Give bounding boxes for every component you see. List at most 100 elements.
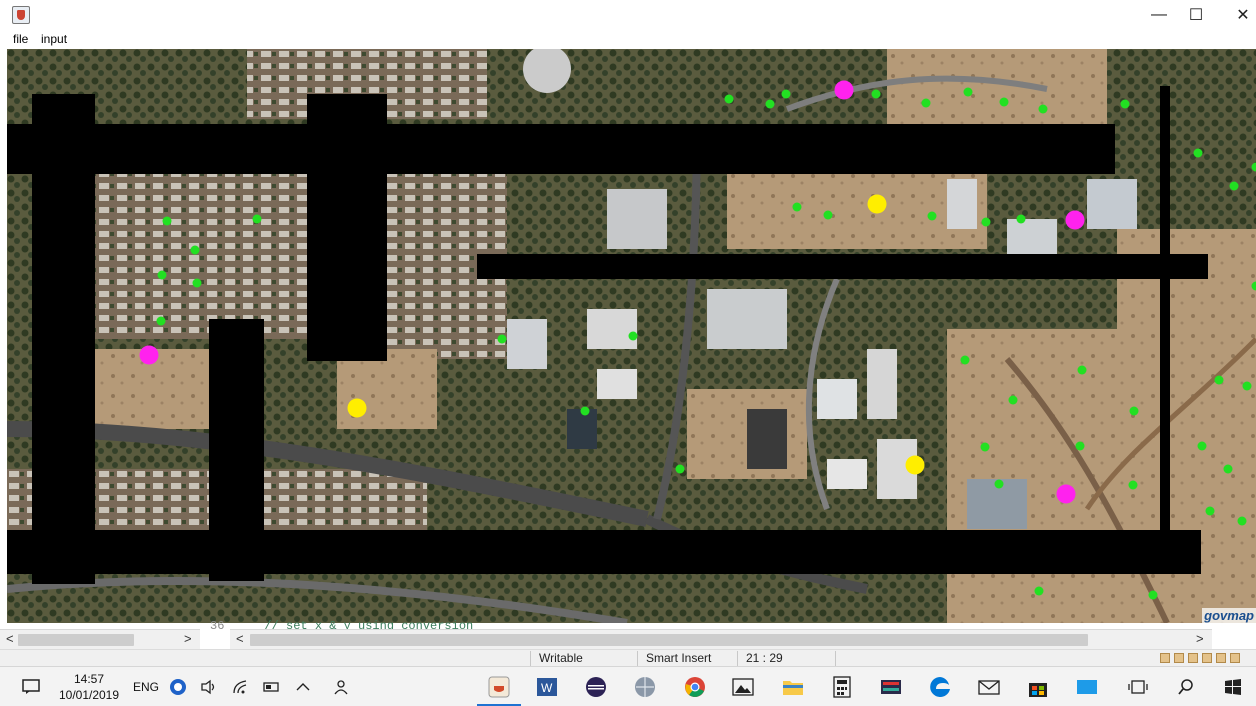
obstacle-wall [477, 254, 1208, 279]
map-canvas[interactable]: govmap [7, 49, 1256, 623]
green-node [1242, 381, 1252, 391]
green-node [1237, 516, 1247, 526]
scroll-right-arrow[interactable]: > [184, 631, 192, 646]
green-node [252, 214, 262, 224]
magenta-node [1056, 484, 1076, 504]
word-icon[interactable]: W [536, 676, 558, 698]
obstacle-wall [7, 530, 1201, 574]
chrome-icon[interactable] [684, 676, 706, 698]
language-indicator[interactable]: ENG [133, 680, 159, 694]
window-icon[interactable] [1076, 676, 1098, 698]
green-node [1148, 590, 1158, 600]
photos-icon[interactable] [732, 676, 754, 698]
obstacle-wall [307, 94, 387, 361]
status-bar: Writable Smart Insert 21 : 29 [0, 649, 1256, 666]
green-node [999, 97, 1009, 107]
scroll-left-arrow[interactable]: < [6, 631, 14, 646]
volume-icon[interactable] [198, 676, 220, 698]
scroll-right-arrow[interactable]: > [1196, 631, 1204, 646]
yellow-node [867, 194, 887, 214]
calculator-icon[interactable] [831, 676, 853, 698]
yellow-node [905, 455, 925, 475]
clock-date: 10/01/2019 [58, 688, 120, 702]
windows-taskbar: 14:57 10/01/2019 ENG W [0, 666, 1256, 706]
battery-icon[interactable] [261, 676, 283, 698]
menu-file[interactable]: file [13, 32, 28, 46]
app-window: — ☐ ✕ file input govmap 36 // set x & y … [0, 0, 1256, 706]
left-horizontal-scrollbar[interactable]: < > [0, 629, 200, 649]
title-bar: — ☐ ✕ [0, 0, 1256, 30]
green-node [980, 442, 990, 452]
store-icon[interactable] [1027, 676, 1049, 698]
green-node [1205, 506, 1215, 516]
file-explorer-icon[interactable] [782, 676, 804, 698]
scroll-thumb[interactable] [250, 634, 1088, 646]
scroll-left-arrow[interactable]: < [236, 631, 244, 646]
search-icon[interactable] [1175, 676, 1197, 698]
green-node [1016, 214, 1026, 224]
green-node [724, 94, 734, 104]
green-node [1214, 375, 1224, 385]
green-node [1034, 586, 1044, 596]
network-icon[interactable] [230, 676, 252, 698]
java-icon[interactable] [488, 676, 510, 698]
edge-icon[interactable] [929, 676, 951, 698]
green-node [1223, 464, 1233, 474]
green-node [1077, 365, 1087, 375]
green-node [823, 210, 833, 220]
satellite-map[interactable] [7, 49, 1256, 623]
taskbar-clock[interactable]: 14:57 10/01/2019 [56, 671, 122, 703]
green-node [871, 89, 881, 99]
green-node [921, 98, 931, 108]
green-node [1038, 104, 1048, 114]
mail-icon[interactable] [978, 676, 1000, 698]
green-node [1120, 99, 1130, 109]
eclipse-icon[interactable] [585, 676, 607, 698]
green-node [781, 89, 791, 99]
status-indicator [835, 651, 875, 666]
green-node [192, 278, 202, 288]
status-tray-icons [1160, 653, 1256, 664]
green-node [1129, 406, 1139, 416]
green-node [190, 245, 200, 255]
green-node [157, 270, 167, 280]
close-button[interactable]: ✕ [1220, 0, 1256, 30]
green-node [1008, 395, 1018, 405]
green-node [580, 406, 590, 416]
obstacle-wall [1160, 86, 1170, 531]
onedrive-icon[interactable] [167, 676, 189, 698]
green-node [675, 464, 685, 474]
magenta-node [834, 80, 854, 100]
status-cursor-position: 21 : 29 [737, 651, 827, 666]
java-app-icon [12, 6, 30, 24]
green-node [960, 355, 970, 365]
windows-start-icon[interactable] [1222, 676, 1244, 698]
menu-input[interactable]: input [41, 32, 67, 46]
status-insert-mode: Smart Insert [637, 651, 737, 666]
green-node [1229, 181, 1239, 191]
green-node [1075, 441, 1085, 451]
task-view-icon[interactable] [1127, 676, 1149, 698]
magenta-node [139, 345, 159, 365]
chevron-up-icon[interactable] [292, 676, 314, 698]
maximize-button[interactable]: ☐ [1173, 0, 1219, 30]
scroll-thumb[interactable] [18, 634, 134, 646]
media-icon[interactable] [880, 676, 902, 698]
editor-horizontal-scrollbar[interactable]: < > [230, 629, 1212, 649]
govmap-watermark: govmap [1202, 608, 1256, 623]
green-node [1197, 441, 1207, 451]
globe-icon[interactable] [634, 676, 656, 698]
action-center-icon[interactable] [20, 676, 42, 698]
green-node [963, 87, 973, 97]
green-node [628, 331, 638, 341]
line-number: 36 [210, 619, 225, 633]
green-node [994, 479, 1004, 489]
green-node [162, 216, 172, 226]
menu-bar: file input [0, 30, 1256, 49]
clock-time: 14:57 [73, 672, 105, 686]
green-node [981, 217, 991, 227]
people-icon[interactable] [331, 676, 353, 698]
obstacle-wall [32, 94, 95, 584]
green-node [156, 316, 166, 326]
magenta-node [1065, 210, 1085, 230]
